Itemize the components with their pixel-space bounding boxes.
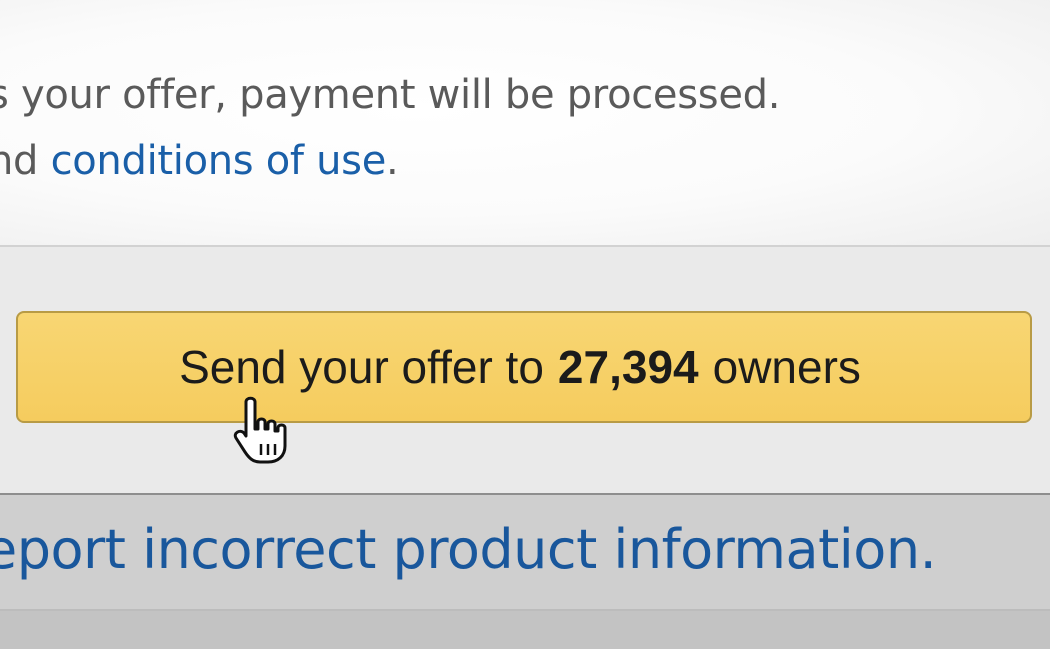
footer-band: [0, 611, 1050, 649]
terms-prefix: nd: [0, 138, 39, 184]
send-offer-button[interactable]: Send your offer to 27,394 owners: [16, 311, 1032, 423]
terms-panel: s your offer, payment will be processed.…: [0, 0, 1050, 247]
send-offer-prefix: Send your offer to: [179, 341, 544, 393]
send-offer-suffix: owners: [712, 341, 861, 393]
conditions-of-use-link[interactable]: conditions of use: [51, 138, 387, 184]
payment-notice-text: s your offer, payment will be processed.: [0, 72, 780, 118]
report-incorrect-info-link[interactable]: eport incorrect product information.: [0, 518, 937, 581]
terms-suffix: .: [386, 138, 399, 184]
terms-text: nd conditions of use.: [0, 138, 399, 184]
owner-count: 27,394: [557, 341, 699, 393]
payment-notice-label: s your offer, payment will be processed.: [0, 72, 781, 118]
